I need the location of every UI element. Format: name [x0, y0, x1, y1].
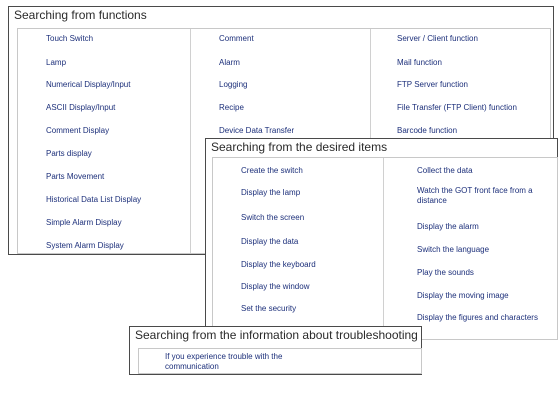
- troubleshooting-panel-title: Searching from the information about tro…: [135, 328, 418, 342]
- link-ascii-display-input[interactable]: ASCII Display/Input: [46, 103, 115, 113]
- link-collect-the-data[interactable]: Collect the data: [417, 166, 473, 176]
- desired-items-column-2: Collect the data Watch the GOT front fac…: [383, 158, 558, 339]
- link-lamp[interactable]: Lamp: [46, 58, 66, 68]
- link-device-data-transfer[interactable]: Device Data Transfer: [219, 126, 294, 136]
- link-play-the-sounds[interactable]: Play the sounds: [417, 268, 474, 278]
- troubleshooting-panel-body: If you experience trouble with the commu…: [138, 348, 422, 374]
- link-set-the-security[interactable]: Set the security: [241, 304, 296, 314]
- link-comment[interactable]: Comment: [219, 34, 254, 44]
- link-display-the-window[interactable]: Display the window: [241, 282, 309, 292]
- link-system-alarm-display[interactable]: System Alarm Display: [46, 241, 124, 251]
- link-alarm[interactable]: Alarm: [219, 58, 240, 68]
- troubleshooting-panel: Searching from the information about tro…: [129, 326, 422, 375]
- desired-items-panel-body: Create the switch Display the lamp Switc…: [212, 157, 558, 340]
- link-display-the-lamp[interactable]: Display the lamp: [241, 188, 300, 198]
- link-simple-alarm-display[interactable]: Simple Alarm Display: [46, 218, 122, 228]
- link-file-transfer-ftp-client-function[interactable]: File Transfer (FTP Client) function: [397, 103, 517, 113]
- link-display-the-moving-image[interactable]: Display the moving image: [417, 291, 509, 301]
- link-comment-display[interactable]: Comment Display: [46, 126, 109, 136]
- link-server-client-function[interactable]: Server / Client function: [397, 34, 478, 44]
- link-display-the-data[interactable]: Display the data: [241, 237, 298, 247]
- link-recipe[interactable]: Recipe: [219, 103, 244, 113]
- link-trouble-with-communication[interactable]: If you experience trouble with the commu…: [165, 352, 305, 372]
- link-create-the-switch[interactable]: Create the switch: [241, 166, 303, 176]
- link-numerical-display-input[interactable]: Numerical Display/Input: [46, 80, 130, 90]
- functions-column-1: Touch Switch Lamp Numerical Display/Inpu…: [18, 29, 190, 253]
- desired-items-panel: Searching from the desired items Create …: [205, 138, 558, 340]
- link-parts-movement[interactable]: Parts Movement: [46, 172, 104, 182]
- link-watch-the-got-front-face[interactable]: Watch the GOT front face from a distance: [417, 186, 549, 206]
- link-historical-data-list-display[interactable]: Historical Data List Display: [46, 195, 141, 205]
- functions-panel-title: Searching from functions: [14, 8, 147, 22]
- link-switch-the-language[interactable]: Switch the language: [417, 245, 489, 255]
- link-switch-the-screen[interactable]: Switch the screen: [241, 213, 304, 223]
- link-barcode-function[interactable]: Barcode function: [397, 126, 457, 136]
- link-logging[interactable]: Logging: [219, 80, 247, 90]
- link-display-the-alarm[interactable]: Display the alarm: [417, 222, 479, 232]
- link-parts-display[interactable]: Parts display: [46, 149, 92, 159]
- link-display-the-keyboard[interactable]: Display the keyboard: [241, 260, 316, 270]
- link-ftp-server-function[interactable]: FTP Server function: [397, 80, 468, 90]
- link-display-the-figures-and-characters[interactable]: Display the figures and characters: [417, 313, 538, 323]
- link-mail-function[interactable]: Mail function: [397, 58, 442, 68]
- link-touch-switch[interactable]: Touch Switch: [46, 34, 93, 44]
- desired-items-column-1: Create the switch Display the lamp Switc…: [213, 158, 383, 339]
- desired-items-panel-title: Searching from the desired items: [211, 140, 388, 154]
